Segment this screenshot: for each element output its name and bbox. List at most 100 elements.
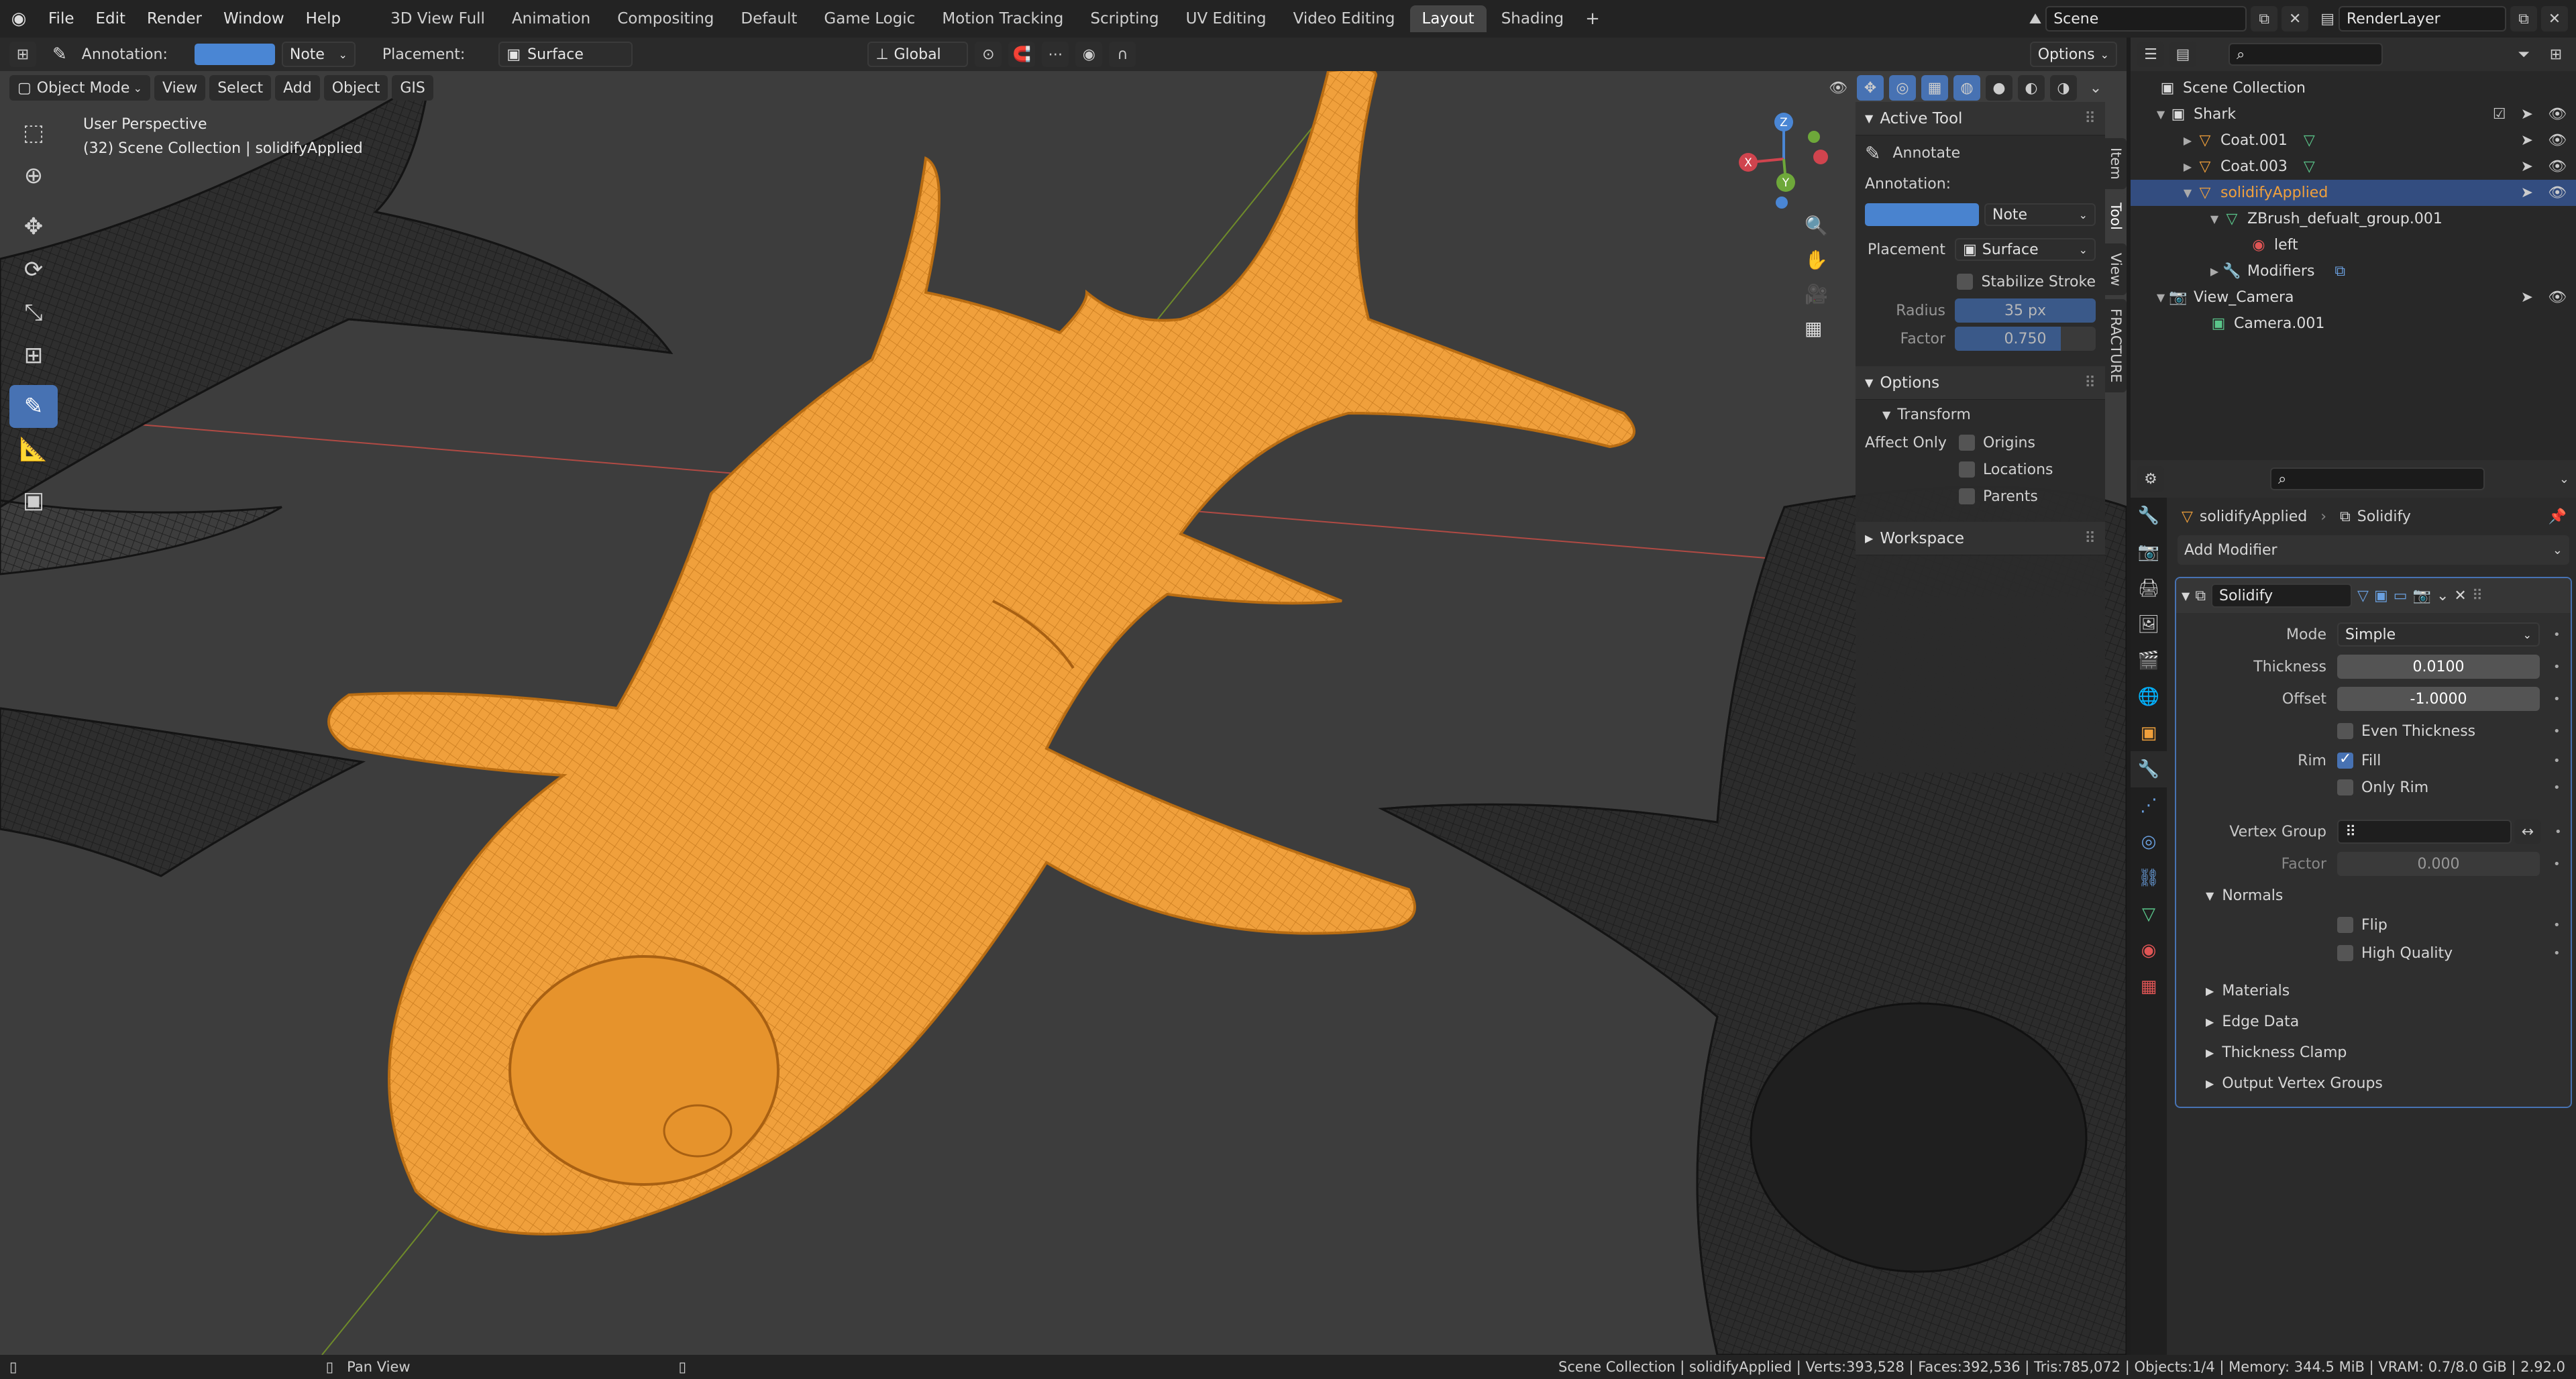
annotation-color-swatch[interactable]	[194, 44, 275, 65]
only-rim-checkbox[interactable]	[2337, 779, 2353, 795]
tree-row-coat-003[interactable]: ▶ ▽ Coat.003 ▽ ➤ 👁	[2131, 154, 2576, 180]
select-box-icon[interactable]: ⬚	[9, 111, 58, 154]
expand-arrow-icon[interactable]: ▶	[2180, 160, 2195, 173]
affect-parents-row[interactable]: Parents	[1856, 483, 2105, 510]
rendered-shading-icon[interactable]: ◑	[2050, 75, 2077, 101]
annotate-tool-icon[interactable]: ✎	[52, 44, 67, 64]
annotate-icon[interactable]: ✎	[9, 385, 58, 428]
checkbox-icon[interactable]: ☑	[2493, 106, 2506, 123]
wireframe-shading-icon[interactable]: ◍	[1953, 75, 1980, 101]
copy-scene-icon[interactable]: ⧉	[2251, 6, 2278, 32]
edge-data-subpanel[interactable]: ▶ Edge Data	[2176, 1006, 2571, 1037]
cage-toggle-icon[interactable]: ▣	[2374, 588, 2388, 604]
tree-row-shark[interactable]: ▼ ▣ Shark ☑ ➤ 👁	[2131, 101, 2576, 127]
tab-3d-view-full[interactable]: 3D View Full	[378, 5, 497, 32]
scene-icon[interactable]: ⛰	[2029, 11, 2041, 27]
options-dropdown[interactable]: Options ⌄	[2029, 42, 2117, 67]
drag-handle-icon[interactable]: ⠿	[2084, 530, 2096, 547]
render-tab-icon[interactable]: 📷	[2131, 534, 2167, 570]
even-thickness-row[interactable]: Even Thickness •	[2156, 715, 2571, 747]
tab-fracture[interactable]: FRACTURE	[2105, 299, 2127, 392]
placement-dropdown[interactable]: ▣ Surface	[498, 42, 633, 67]
factor-slider[interactable]: 0.750	[1955, 327, 2096, 351]
transform-icon[interactable]: ⊞	[9, 334, 58, 377]
expand-arrow-icon[interactable]: ▶	[2180, 134, 2195, 147]
eye-icon[interactable]: 👁	[2548, 184, 2567, 201]
tab-shading[interactable]: Shading	[1489, 5, 1576, 32]
expand-arrow-icon[interactable]: ▼	[2153, 108, 2168, 121]
mode-dropdown[interactable]: ▢ Object Mode ⌄	[9, 75, 150, 101]
menu-file[interactable]: File	[38, 10, 85, 27]
transform-subheader[interactable]: ▼ Transform	[1856, 400, 2105, 429]
high-quality-checkbox[interactable]	[2337, 945, 2353, 961]
annotation-layer-dropdown[interactable]: Note ⌄	[281, 42, 356, 67]
scale-icon[interactable]: ⤡	[9, 291, 58, 334]
scene-field[interactable]: Scene	[2045, 6, 2247, 32]
mode-dropdown[interactable]: Simple ⌄	[2337, 622, 2540, 647]
menu-view[interactable]: View	[154, 75, 206, 101]
locations-checkbox[interactable]	[1959, 461, 1975, 478]
offset-field[interactable]: -1.0000	[2337, 687, 2540, 711]
tree-row-left-material[interactable]: ◉ left	[2131, 232, 2576, 258]
tab-view[interactable]: View	[2105, 243, 2127, 296]
affect-locations-row[interactable]: Locations	[1856, 456, 2105, 483]
rotate-icon[interactable]: ⟳	[9, 248, 58, 291]
render-layer-icon[interactable]: ▤	[2320, 11, 2334, 27]
origins-checkbox[interactable]	[1959, 435, 1975, 451]
tab-video-editing[interactable]: Video Editing	[1281, 5, 1407, 32]
new-collection-icon[interactable]: ⊞	[2542, 42, 2569, 67]
stabilize-row[interactable]: Stabilize Stroke	[1856, 267, 2105, 296]
render-layer-field[interactable]: RenderLayer	[2339, 6, 2506, 32]
active-tool-row[interactable]: ✎ Annotate	[1856, 135, 2105, 170]
eye-icon[interactable]: 👁	[2548, 132, 2567, 149]
vertex-group-input[interactable]: ⠿	[2337, 820, 2512, 844]
overlay-toggle-icon[interactable]: ◎	[1889, 75, 1916, 101]
snap-target-icon[interactable]: ⋯	[1042, 42, 1069, 67]
keyframe-dot-icon[interactable]: •	[2553, 628, 2561, 642]
tab-default[interactable]: Default	[729, 5, 809, 32]
tab-layout[interactable]: Layout	[1409, 5, 1487, 32]
menu-help[interactable]: Help	[295, 10, 352, 27]
measure-icon[interactable]: 📐	[9, 428, 58, 471]
tree-row-scene-collection[interactable]: ▣ Scene Collection	[2131, 75, 2576, 101]
move-icon[interactable]: ✥	[9, 205, 58, 248]
editor-type-icon[interactable]: ☰	[2137, 42, 2164, 67]
keyframe-dot-icon[interactable]: •	[2553, 918, 2561, 932]
keyframe-dot-icon[interactable]: •	[2553, 692, 2561, 706]
modifier-name-input[interactable]: Solidify	[2211, 584, 2353, 608]
options-header[interactable]: ▼ Options ⠿	[1856, 366, 2105, 400]
thickness-field[interactable]: 0.0100	[2337, 655, 2540, 679]
navigation-gizmo[interactable]: Z X Y	[1733, 109, 1834, 209]
select-arrow-icon[interactable]: ➤	[2521, 132, 2533, 149]
cursor-icon[interactable]: ⊕	[9, 154, 58, 197]
tree-row-camera-001[interactable]: ▣ Camera.001	[2131, 311, 2576, 337]
even-thickness-checkbox[interactable]	[2337, 723, 2353, 739]
material-shading-icon[interactable]: ◐	[2018, 75, 2045, 101]
normals-subpanel[interactable]: ▼ Normals	[2176, 880, 2571, 911]
editor-type-icon[interactable]: ⊞	[9, 42, 36, 67]
tree-row-zbrush-group[interactable]: ▼ ▽ ZBrush_defualt_group.001	[2131, 206, 2576, 232]
tree-row-solidifyapplied[interactable]: ▼ ▽ solidifyApplied ➤ 👁	[2131, 180, 2576, 206]
high-quality-row[interactable]: High Quality •	[2156, 939, 2571, 967]
fill-checkbox[interactable]	[2337, 751, 2353, 769]
outliner-search-input[interactable]: ⌕	[2229, 43, 2383, 66]
expand-arrow-icon[interactable]: ▶	[2207, 265, 2222, 278]
solid-shading-icon[interactable]: ●	[1986, 75, 2012, 101]
rim-fill-row[interactable]: Rim Fill •	[2156, 747, 2571, 774]
menu-select[interactable]: Select	[209, 75, 272, 101]
menu-gis[interactable]: GIS	[392, 75, 433, 101]
output-tab-icon[interactable]: 🖨	[2131, 570, 2167, 606]
eye-icon[interactable]: 👁	[2548, 106, 2567, 123]
edit-mode-toggle-icon[interactable]: ▽	[2357, 588, 2369, 604]
chevron-down-icon[interactable]: ⌄	[2559, 472, 2569, 486]
gizmo-toggle-icon[interactable]: ✥	[1857, 75, 1884, 101]
drag-handle-icon[interactable]: ⠿	[2084, 374, 2096, 392]
tab-motion-tracking[interactable]: Motion Tracking	[930, 5, 1075, 32]
drag-handle-icon[interactable]: ⠿	[2084, 110, 2096, 127]
add-modifier-dropdown[interactable]: Add Modifier ⌄	[2178, 535, 2569, 565]
select-arrow-icon[interactable]: ➤	[2521, 106, 2533, 123]
flip-checkbox[interactable]	[2337, 917, 2353, 933]
tree-row-modifiers[interactable]: ▶ 🔧 Modifiers ⧉	[2131, 258, 2576, 284]
annotation-layer-dropdown[interactable]: Note ⌄	[1984, 203, 2096, 226]
keyframe-dot-icon[interactable]: •	[2553, 946, 2561, 960]
